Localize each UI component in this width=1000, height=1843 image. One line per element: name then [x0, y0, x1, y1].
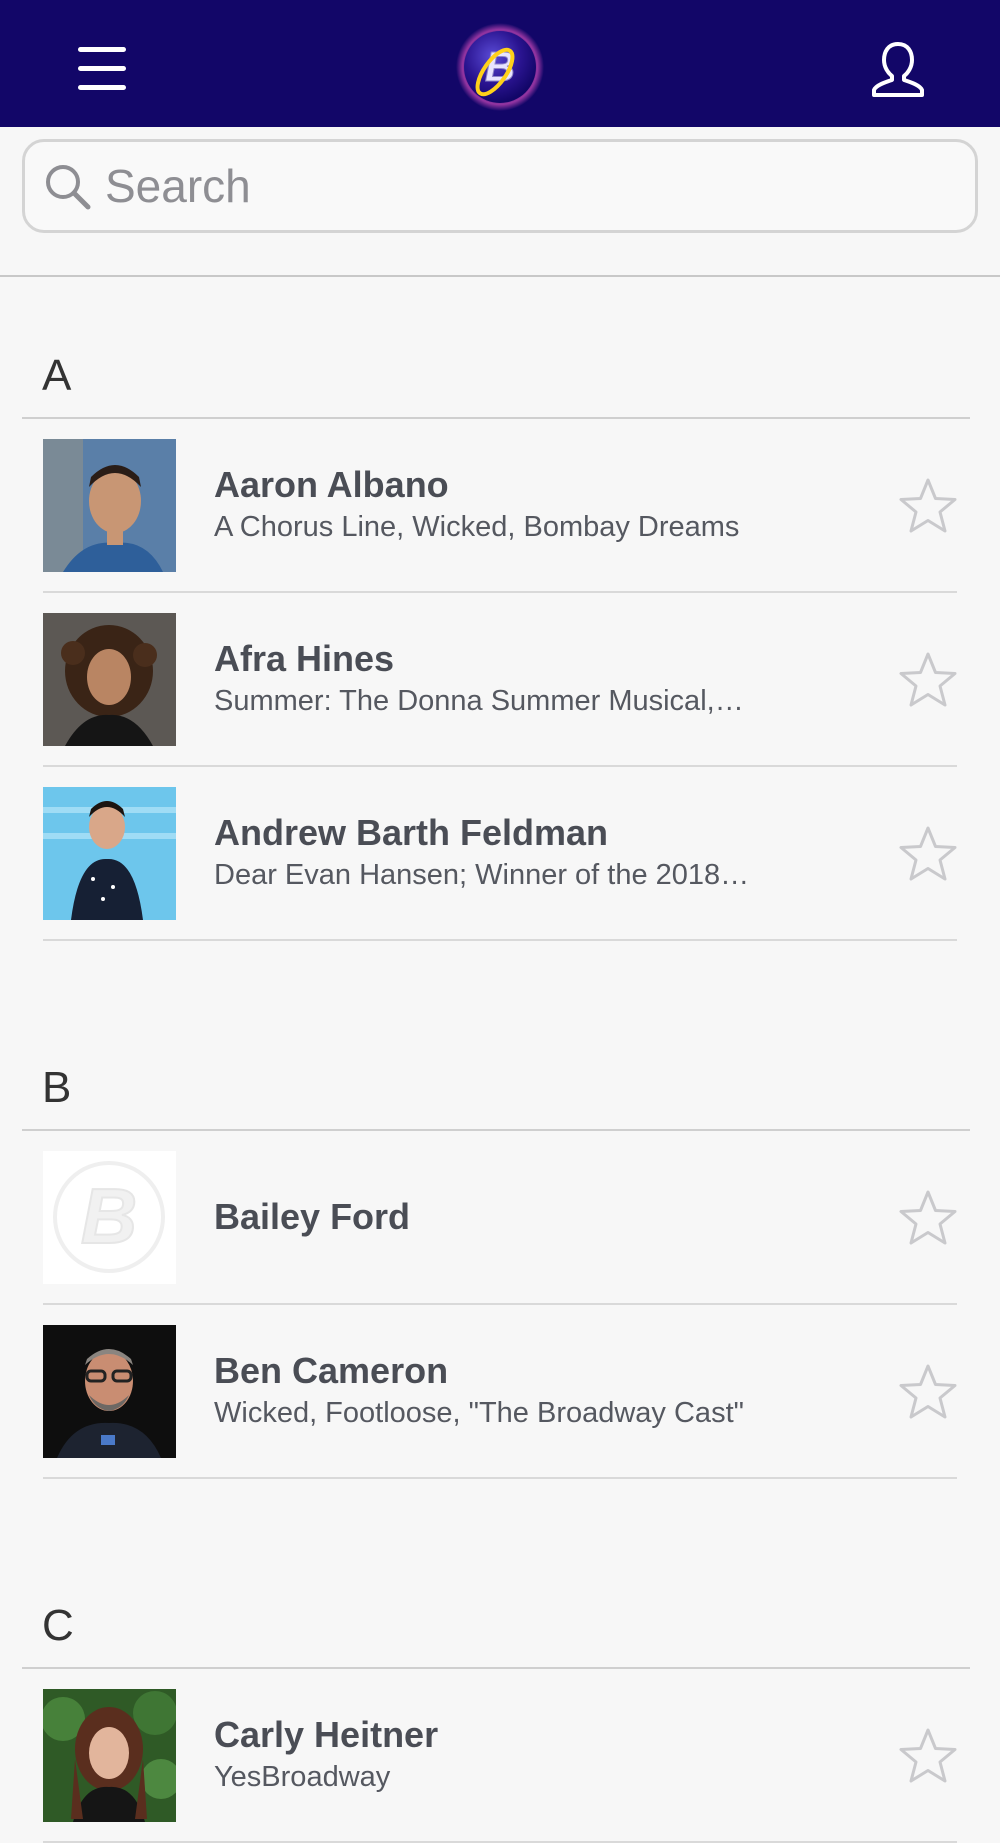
search-bar[interactable] — [22, 139, 978, 233]
avatar — [43, 1325, 176, 1458]
star-icon[interactable] — [898, 1363, 958, 1421]
list-item-text: Ben Cameron Wicked, Footloose, "The Broad… — [214, 1305, 854, 1477]
list-item-text: Andrew Barth Feldman Dear Evan Hansen; Wi… — [214, 767, 854, 939]
search-input[interactable] — [103, 142, 963, 230]
section-header-b: B — [0, 989, 1000, 1131]
star-icon[interactable] — [898, 1189, 958, 1247]
star-icon[interactable] — [898, 825, 958, 883]
person-name: Andrew Barth Feldman — [214, 812, 609, 853]
person-credits: Wicked, Footloose, "The Broadway Cast" — [214, 1397, 744, 1429]
person-name: Aaron Albano — [214, 464, 449, 505]
list-item-text: Bailey Ford — [214, 1131, 854, 1303]
search-icon — [46, 165, 91, 210]
person-credits: Summer: The Donna Summer Musical,… — [214, 685, 744, 717]
list-item-text: Aaron Albano A Chorus Line, Wicked, Bomba… — [214, 419, 854, 591]
list-item[interactable]: B Bailey Ford — [0, 1131, 1000, 1305]
person-name: Afra Hines — [214, 638, 395, 679]
list-item-text: Afra Hines Summer: The Donna Summer Music… — [214, 593, 854, 765]
svg-text:B: B — [81, 1172, 137, 1260]
section-header-c: C — [0, 1527, 1000, 1669]
avatar: B — [43, 1151, 176, 1284]
person-name: Bailey Ford — [214, 1196, 411, 1237]
section-letter: C — [42, 1601, 74, 1650]
star-icon[interactable] — [898, 477, 958, 535]
row-divider — [43, 1477, 957, 1479]
list-item[interactable]: Carly Heitner YesBroadway — [0, 1669, 1000, 1843]
person-credits: YesBroadway — [214, 1761, 391, 1793]
list-item[interactable]: Andrew Barth Feldman Dear Evan Hansen; Wi… — [0, 767, 1000, 941]
menu-line — [78, 85, 126, 90]
top-nav-bar: B — [0, 0, 1000, 127]
list-item-text: Carly Heitner YesBroadway — [214, 1669, 854, 1841]
menu-line — [78, 47, 126, 52]
person-name: Ben Cameron — [214, 1350, 449, 1391]
avatar — [43, 613, 176, 746]
avatar — [43, 787, 176, 920]
row-divider — [43, 939, 957, 941]
person-credits: A Chorus Line, Wicked, Bombay Dreams — [214, 511, 740, 543]
person-credits: Dear Evan Hansen; Winner of the 2018… — [214, 859, 750, 891]
avatar — [43, 1689, 176, 1822]
star-icon[interactable] — [898, 1727, 958, 1785]
list-item[interactable]: Ben Cameron Wicked, Footloose, "The Broad… — [0, 1305, 1000, 1479]
person-name: Carly Heitner — [214, 1714, 439, 1755]
avatar — [43, 439, 176, 572]
section-header-a: A — [0, 277, 1000, 419]
star-icon[interactable] — [898, 651, 958, 709]
list-item[interactable]: Aaron Albano A Chorus Line, Wicked, Bomba… — [0, 419, 1000, 593]
user-profile-icon[interactable] — [870, 40, 926, 98]
menu-line — [78, 66, 126, 71]
people-list: A Aaron Albano A Chorus Line, Wicked, Bomb… — [0, 277, 1000, 1843]
section-letter: A — [42, 351, 72, 400]
section-letter: B — [42, 1063, 72, 1112]
list-item[interactable]: Afra Hines Summer: The Donna Summer Music… — [0, 593, 1000, 767]
hamburger-menu-icon[interactable] — [78, 47, 126, 91]
broadway-logo[interactable]: B — [455, 22, 545, 112]
